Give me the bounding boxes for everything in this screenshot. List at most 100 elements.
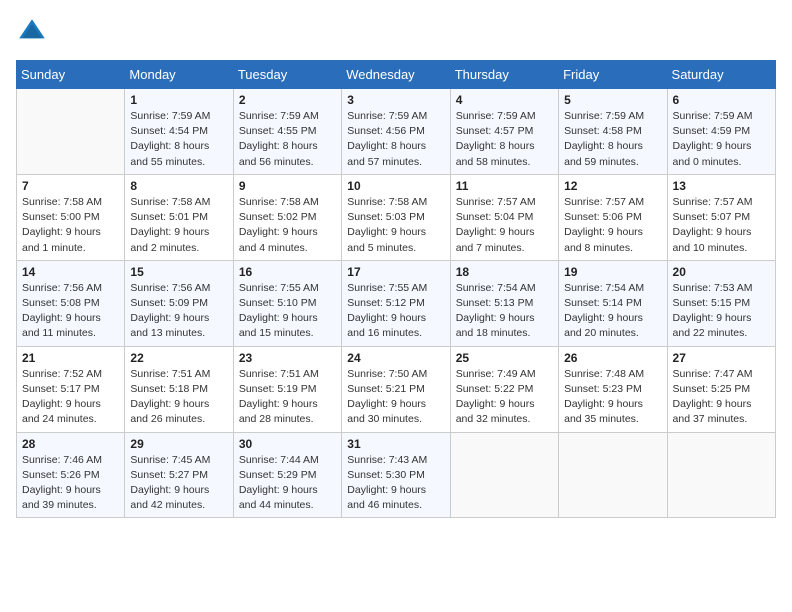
day-number: 20 xyxy=(673,265,770,279)
day-info: Sunrise: 7:43 AMSunset: 5:30 PMDaylight:… xyxy=(347,453,444,514)
day-info: Sunrise: 7:53 AMSunset: 5:15 PMDaylight:… xyxy=(673,281,770,342)
day-info: Sunrise: 7:51 AMSunset: 5:18 PMDaylight:… xyxy=(130,367,227,428)
calendar-week-row: 1 Sunrise: 7:59 AMSunset: 4:54 PMDaylight… xyxy=(17,89,776,175)
calendar-cell xyxy=(559,432,667,518)
day-info: Sunrise: 7:48 AMSunset: 5:23 PMDaylight:… xyxy=(564,367,661,428)
calendar-cell: 1 Sunrise: 7:59 AMSunset: 4:54 PMDaylight… xyxy=(125,89,233,175)
day-number: 2 xyxy=(239,93,336,107)
day-number: 21 xyxy=(22,351,119,365)
calendar-cell: 29Sunrise: 7:45 AMSunset: 5:27 PMDayligh… xyxy=(125,432,233,518)
calendar-cell: 3Sunrise: 7:59 AMSunset: 4:56 PMDaylight… xyxy=(342,89,450,175)
day-of-week-header: Saturday xyxy=(667,61,775,89)
calendar-cell: 5 Sunrise: 7:59 AMSunset: 4:58 PMDaylight… xyxy=(559,89,667,175)
day-number: 10 xyxy=(347,179,444,193)
day-info: Sunrise: 7:58 AMSunset: 5:03 PMDaylight:… xyxy=(347,195,444,256)
calendar-cell: 25 Sunrise: 7:49 AMSunset: 5:22 PMDayligh… xyxy=(450,346,558,432)
day-info: Sunrise: 7:51 AMSunset: 5:19 PMDaylight:… xyxy=(239,367,336,428)
day-number: 26 xyxy=(564,351,661,365)
calendar-cell: 9 Sunrise: 7:58 AMSunset: 5:02 PMDaylight… xyxy=(233,174,341,260)
calendar-cell xyxy=(17,89,125,175)
page-header xyxy=(16,16,776,48)
calendar-cell: 28 Sunrise: 7:46 AMSunset: 5:26 PMDayligh… xyxy=(17,432,125,518)
calendar-cell: 11 Sunrise: 7:57 AMSunset: 5:04 PMDayligh… xyxy=(450,174,558,260)
day-info: Sunrise: 7:59 AMSunset: 4:54 PMDaylight:… xyxy=(130,109,227,170)
calendar-cell: 8 Sunrise: 7:58 AMSunset: 5:01 PMDaylight… xyxy=(125,174,233,260)
day-info: Sunrise: 7:59 AMSunset: 4:57 PMDaylight:… xyxy=(456,109,553,170)
day-number: 14 xyxy=(22,265,119,279)
day-number: 15 xyxy=(130,265,227,279)
day-number: 13 xyxy=(673,179,770,193)
day-number: 7 xyxy=(22,179,119,193)
day-number: 1 xyxy=(130,93,227,107)
day-of-week-header: Friday xyxy=(559,61,667,89)
calendar-cell: 14 Sunrise: 7:56 AMSunset: 5:08 PMDayligh… xyxy=(17,260,125,346)
calendar-week-row: 28 Sunrise: 7:46 AMSunset: 5:26 PMDayligh… xyxy=(17,432,776,518)
day-info: Sunrise: 7:50 AMSunset: 5:21 PMDaylight:… xyxy=(347,367,444,428)
calendar-cell: 12 Sunrise: 7:57 AMSunset: 5:06 PMDayligh… xyxy=(559,174,667,260)
day-info: Sunrise: 7:57 AMSunset: 5:04 PMDaylight:… xyxy=(456,195,553,256)
day-number: 19 xyxy=(564,265,661,279)
day-info: Sunrise: 7:58 AMSunset: 5:02 PMDaylight:… xyxy=(239,195,336,256)
day-info: Sunrise: 7:56 AMSunset: 5:08 PMDaylight:… xyxy=(22,281,119,342)
day-number: 6 xyxy=(673,93,770,107)
calendar-cell: 27 Sunrise: 7:47 AMSunset: 5:25 PMDayligh… xyxy=(667,346,775,432)
calendar-week-row: 7Sunrise: 7:58 AMSunset: 5:00 PMDaylight… xyxy=(17,174,776,260)
day-of-week-header: Sunday xyxy=(17,61,125,89)
day-info: Sunrise: 7:59 AMSunset: 4:59 PMDaylight:… xyxy=(673,109,770,170)
day-number: 29 xyxy=(130,437,227,451)
day-info: Sunrise: 7:52 AMSunset: 5:17 PMDaylight:… xyxy=(22,367,119,428)
calendar-week-row: 14 Sunrise: 7:56 AMSunset: 5:08 PMDayligh… xyxy=(17,260,776,346)
day-number: 22 xyxy=(130,351,227,365)
calendar-cell: 2 Sunrise: 7:59 AMSunset: 4:55 PMDaylight… xyxy=(233,89,341,175)
day-number: 18 xyxy=(456,265,553,279)
day-of-week-header: Thursday xyxy=(450,61,558,89)
day-info: Sunrise: 7:49 AMSunset: 5:22 PMDaylight:… xyxy=(456,367,553,428)
day-info: Sunrise: 7:58 AMSunset: 5:01 PMDaylight:… xyxy=(130,195,227,256)
day-number: 4 xyxy=(456,93,553,107)
day-info: Sunrise: 7:55 AMSunset: 5:12 PMDaylight:… xyxy=(347,281,444,342)
day-info: Sunrise: 7:47 AMSunset: 5:25 PMDaylight:… xyxy=(673,367,770,428)
calendar-cell: 10 Sunrise: 7:58 AMSunset: 5:03 PMDayligh… xyxy=(342,174,450,260)
day-number: 5 xyxy=(564,93,661,107)
calendar-cell: 16Sunrise: 7:55 AMSunset: 5:10 PMDayligh… xyxy=(233,260,341,346)
day-number: 17 xyxy=(347,265,444,279)
day-info: Sunrise: 7:46 AMSunset: 5:26 PMDaylight:… xyxy=(22,453,119,514)
day-info: Sunrise: 7:57 AMSunset: 5:06 PMDaylight:… xyxy=(564,195,661,256)
day-info: Sunrise: 7:59 AMSunset: 4:55 PMDaylight:… xyxy=(239,109,336,170)
day-info: Sunrise: 7:44 AMSunset: 5:29 PMDaylight:… xyxy=(239,453,336,514)
day-of-week-header: Wednesday xyxy=(342,61,450,89)
day-info: Sunrise: 7:59 AMSunset: 4:56 PMDaylight:… xyxy=(347,109,444,170)
day-info: Sunrise: 7:54 AMSunset: 5:13 PMDaylight:… xyxy=(456,281,553,342)
calendar-cell: 26 Sunrise: 7:48 AMSunset: 5:23 PMDayligh… xyxy=(559,346,667,432)
day-number: 12 xyxy=(564,179,661,193)
calendar-cell: 7Sunrise: 7:58 AMSunset: 5:00 PMDaylight… xyxy=(17,174,125,260)
calendar-table: SundayMondayTuesdayWednesdayThursdayFrid… xyxy=(16,60,776,518)
day-info: Sunrise: 7:57 AMSunset: 5:07 PMDaylight:… xyxy=(673,195,770,256)
calendar-cell: 20 Sunrise: 7:53 AMSunset: 5:15 PMDayligh… xyxy=(667,260,775,346)
calendar-cell: 23 Sunrise: 7:51 AMSunset: 5:19 PMDayligh… xyxy=(233,346,341,432)
day-number: 23 xyxy=(239,351,336,365)
day-info: Sunrise: 7:56 AMSunset: 5:09 PMDaylight:… xyxy=(130,281,227,342)
day-info: Sunrise: 7:59 AMSunset: 4:58 PMDaylight:… xyxy=(564,109,661,170)
calendar-cell: 13 Sunrise: 7:57 AMSunset: 5:07 PMDayligh… xyxy=(667,174,775,260)
day-number: 28 xyxy=(22,437,119,451)
day-number: 16 xyxy=(239,265,336,279)
calendar-cell: 31 Sunrise: 7:43 AMSunset: 5:30 PMDayligh… xyxy=(342,432,450,518)
day-number: 25 xyxy=(456,351,553,365)
day-info: Sunrise: 7:54 AMSunset: 5:14 PMDaylight:… xyxy=(564,281,661,342)
calendar-cell: 15 Sunrise: 7:56 AMSunset: 5:09 PMDayligh… xyxy=(125,260,233,346)
day-number: 27 xyxy=(673,351,770,365)
day-number: 31 xyxy=(347,437,444,451)
day-number: 11 xyxy=(456,179,553,193)
calendar-cell: 17 Sunrise: 7:55 AMSunset: 5:12 PMDayligh… xyxy=(342,260,450,346)
calendar-cell xyxy=(450,432,558,518)
day-number: 24 xyxy=(347,351,444,365)
calendar-cell: 4 Sunrise: 7:59 AMSunset: 4:57 PMDaylight… xyxy=(450,89,558,175)
calendar-cell: 18 Sunrise: 7:54 AMSunset: 5:13 PMDayligh… xyxy=(450,260,558,346)
day-number: 8 xyxy=(130,179,227,193)
calendar-cell: 30Sunrise: 7:44 AMSunset: 5:29 PMDayligh… xyxy=(233,432,341,518)
calendar-week-row: 21 Sunrise: 7:52 AMSunset: 5:17 PMDayligh… xyxy=(17,346,776,432)
day-of-week-header: Tuesday xyxy=(233,61,341,89)
calendar-cell: 24 Sunrise: 7:50 AMSunset: 5:21 PMDayligh… xyxy=(342,346,450,432)
day-number: 9 xyxy=(239,179,336,193)
